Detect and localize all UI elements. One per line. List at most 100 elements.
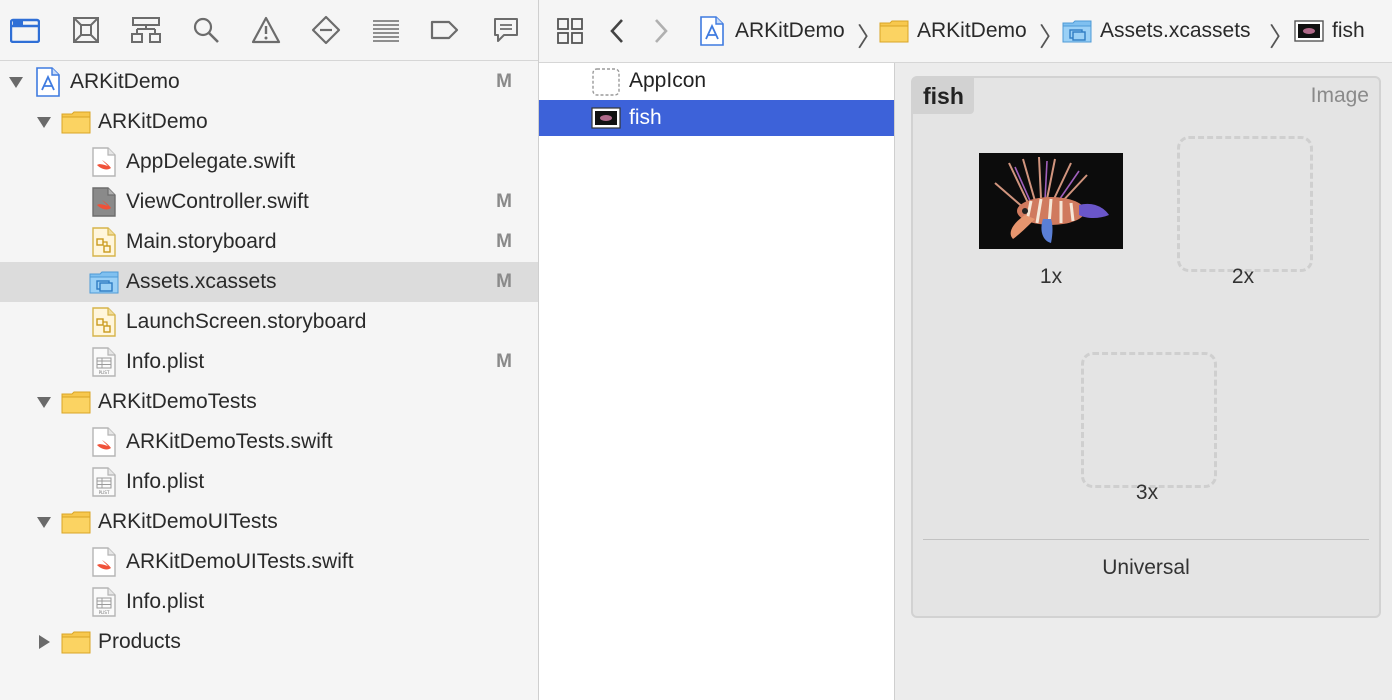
folder-icon: [879, 16, 909, 46]
source-control-icon[interactable]: [71, 14, 101, 46]
tree-row-group[interactable]: ARKitDemo: [0, 102, 538, 142]
asset-row-appicon[interactable]: AppIcon: [539, 63, 894, 99]
tree-item-label: Info.plist: [126, 470, 205, 493]
test-icon[interactable]: [311, 14, 341, 46]
back-chevron-icon[interactable]: [603, 14, 631, 48]
appicon-placeholder-icon: [591, 68, 621, 96]
disclosure-expanded-icon[interactable]: [36, 514, 52, 530]
tree-item-label: ARKitDemoTests: [98, 390, 257, 413]
image-thumbnail-icon: [1294, 16, 1324, 46]
tree-row-group[interactable]: ARKitDemoUITests: [0, 502, 538, 542]
modified-badge: M: [496, 191, 512, 212]
asset-row-fish-selected[interactable]: fish: [539, 100, 894, 136]
svg-text:PLIST: PLIST: [99, 610, 110, 615]
breadcrumb-asset-catalog[interactable]: Assets.xcassets: [1062, 15, 1251, 47]
project-icon: [33, 67, 63, 97]
tree-row-group[interactable]: Products: [0, 622, 538, 662]
swift-file-icon: [89, 187, 119, 217]
svg-text:PLIST: PLIST: [99, 490, 110, 495]
storyboard-file-icon: [89, 227, 119, 257]
tree-row-file-selected[interactable]: Assets.xcassets M: [0, 262, 538, 302]
disclosure-collapsed-icon[interactable]: [36, 634, 52, 650]
forward-chevron-icon[interactable]: [647, 14, 675, 48]
plist-file-icon: PLIST: [89, 347, 119, 377]
breadcrumb-label: ARKitDemo: [735, 19, 845, 42]
breadcrumb-project[interactable]: ARKitDemo: [697, 15, 845, 47]
plist-file-icon: PLIST: [89, 587, 119, 617]
idiom-divider: [923, 539, 1369, 540]
folder-icon: [61, 107, 91, 137]
tree-row-file[interactable]: LaunchScreen.storyboard: [0, 302, 538, 342]
disclosure-expanded-icon[interactable]: [36, 114, 52, 130]
report-icon[interactable]: [491, 14, 521, 46]
swift-file-icon: [89, 547, 119, 577]
tree-row-file[interactable]: ViewController.swift M: [0, 182, 538, 222]
idiom-label: Universal: [1102, 556, 1190, 579]
swift-file-icon: [89, 427, 119, 457]
disclosure-expanded-icon[interactable]: [8, 74, 24, 90]
image-set-name: fish: [913, 78, 974, 114]
slot-3x-dropzone[interactable]: [1081, 352, 1217, 488]
slot-1x-image[interactable]: [979, 153, 1123, 249]
tree-row-file[interactable]: ARKitDemoTests.swift: [0, 422, 538, 462]
tree-row-project[interactable]: ARKitDemo M: [0, 62, 538, 102]
tree-row-file[interactable]: AppDelegate.swift: [0, 142, 538, 182]
breadcrumb-label: fish: [1332, 19, 1365, 42]
tree-row-file[interactable]: PLIST Info.plist: [0, 462, 538, 502]
debug-icon[interactable]: [371, 14, 401, 46]
breadcrumb-label: ARKitDemo: [917, 19, 1027, 42]
tree-row-group[interactable]: ARKitDemoTests: [0, 382, 538, 422]
tree-item-label: ARKitDemoTests.swift: [126, 430, 333, 453]
image-thumbnail-icon: [591, 105, 621, 131]
project-icon: [697, 16, 727, 46]
folder-icon: [61, 627, 91, 657]
tree-item-label: Info.plist: [126, 590, 205, 613]
modified-badge: M: [496, 71, 512, 92]
navigator-toolbar: [0, 0, 538, 61]
tree-row-file[interactable]: Main.storyboard M: [0, 222, 538, 262]
tree-row-file[interactable]: PLIST Info.plist M: [0, 342, 538, 382]
tree-item-label: ARKitDemoUITests: [98, 510, 278, 533]
breakpoint-icon[interactable]: [430, 14, 460, 46]
tree-row-file[interactable]: PLIST Info.plist: [0, 582, 538, 622]
folder-icon[interactable]: [10, 14, 40, 46]
image-set-panel: fish Image 1x 2x 3x Universal: [911, 76, 1381, 618]
slot-label-1x: 1x: [1039, 265, 1063, 288]
slot-label-3x: 3x: [1135, 481, 1159, 504]
folder-icon: [61, 387, 91, 417]
breadcrumb-image-set[interactable]: fish: [1294, 15, 1365, 47]
related-items-icon[interactable]: [553, 14, 587, 48]
tree-row-file[interactable]: ARKitDemoUITests.swift: [0, 542, 538, 582]
asset-catalog-icon: [89, 267, 119, 297]
image-set-type: Image: [1310, 84, 1369, 107]
modified-badge: M: [496, 231, 512, 252]
svg-text:PLIST: PLIST: [99, 370, 110, 375]
slot-2x-dropzone[interactable]: [1177, 136, 1313, 272]
project-navigator: ARKitDemo M ARKitDemo AppDelegate.swift …: [0, 0, 539, 700]
tree-item-label: LaunchScreen.storyboard: [126, 310, 367, 333]
tree-item-label: Products: [98, 630, 181, 653]
tree-item-label: Main.storyboard: [126, 230, 277, 253]
tree-item-label: Assets.xcassets: [126, 270, 277, 293]
breadcrumb-group[interactable]: ARKitDemo: [879, 15, 1027, 47]
tree-item-label: Info.plist: [126, 350, 205, 373]
asset-list: AppIcon fish: [539, 63, 895, 700]
search-icon[interactable]: [191, 14, 221, 46]
modified-badge: M: [496, 271, 512, 292]
asset-catalog-icon: [1062, 16, 1092, 46]
tree-item-label: ARKitDemo: [70, 70, 180, 93]
tree-item-label: AppDelegate.swift: [126, 150, 296, 173]
plist-file-icon: PLIST: [89, 467, 119, 497]
disclosure-expanded-icon[interactable]: [36, 394, 52, 410]
asset-editor: fish Image 1x 2x 3x Universal: [895, 63, 1392, 700]
tree-item-label: ARKitDemo: [98, 110, 208, 133]
modified-badge: M: [496, 351, 512, 372]
tree-item-label: ARKitDemoUITests.swift: [126, 550, 354, 573]
hierarchy-icon[interactable]: [131, 14, 161, 46]
folder-icon: [61, 507, 91, 537]
breadcrumb-label: Assets.xcassets: [1100, 19, 1251, 42]
tree-item-label: ViewController.swift: [126, 190, 309, 213]
breadcrumb-separator-icon: 〉: [1269, 22, 1296, 52]
asset-label: AppIcon: [629, 69, 707, 92]
warning-icon[interactable]: [251, 14, 281, 46]
